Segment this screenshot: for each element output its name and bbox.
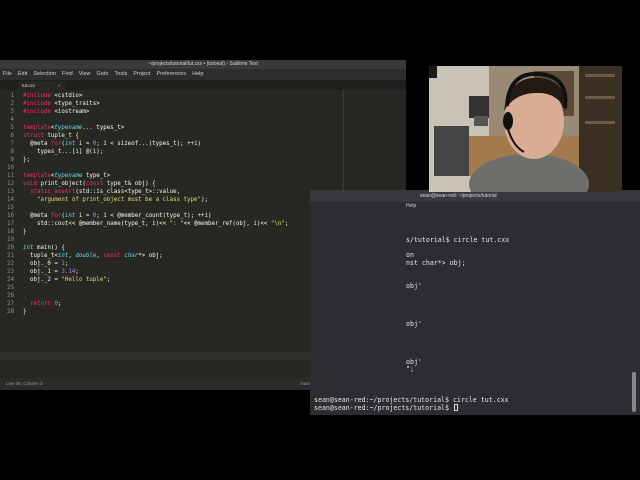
code-line: obj._1 = 3.14;: [23, 269, 79, 275]
code-line: struct tuple_t {: [23, 133, 79, 139]
terminal-menu-help[interactable]: Help: [406, 203, 416, 209]
code-line: template<typename type_t>: [23, 173, 111, 179]
code-line: };: [23, 157, 30, 163]
code-line: @meta for(int i = 0; i < sizeof...(types…: [23, 141, 202, 147]
code-line: #include <cstdio>: [23, 93, 83, 99]
terminal-line: obj': [406, 319, 422, 328]
code-line: return 0;: [29, 301, 62, 307]
terminal-line: s/tutorial$ circle tut.cxx: [406, 236, 510, 244]
code-line: "argument of print_object must be a clas…: [36, 197, 208, 203]
code-line: }: [23, 229, 27, 235]
terminal-line: ";: [406, 365, 414, 374]
terminal-line: sean@sean-red:~/projects/tutorial$ circl…: [314, 396, 509, 404]
terminal-line: obj': [406, 281, 422, 290]
menu-tools[interactable]: Tools: [111, 69, 130, 80]
code-line: std::cout<< @member_name(type_t, i)<< ":…: [23, 221, 289, 227]
menu-view[interactable]: View: [76, 69, 94, 80]
code-line: #include <type_traits>: [23, 101, 100, 107]
code-line: }: [23, 309, 27, 315]
prompt-text: sean@sean-red:~/projects/tutorial$: [314, 404, 453, 412]
menu-edit[interactable]: Edit: [15, 69, 30, 80]
window-title: ~/projects/tutorial/tut.cxx • (tutorial)…: [0, 60, 406, 69]
menu-find[interactable]: Find: [59, 69, 76, 80]
status-position: Line 26, Column 3: [6, 381, 43, 386]
tab-tut-cxx[interactable]: tut.cxx ×: [18, 81, 66, 90]
code-line: types_t...[i] @(i);: [23, 149, 104, 155]
webcam-person-image: [429, 66, 622, 192]
code-line: int main() {: [23, 245, 65, 251]
code-line: template<typename... types_t>: [23, 125, 125, 131]
menu-selection[interactable]: Selection: [30, 69, 59, 80]
webcam-feed: [429, 66, 622, 192]
menu-goto[interactable]: Goto: [94, 69, 112, 80]
menu-file[interactable]: File: [0, 69, 15, 80]
code-line: obj._2 = "Hello tuple";: [23, 277, 111, 283]
menu-project[interactable]: Project: [130, 69, 153, 80]
tab-bar: tut.cxx ×: [0, 80, 406, 90]
code-line: static_assert(std::is_class<type_t>::val…: [29, 189, 181, 195]
terminal-prompt[interactable]: sean@sean-red:~/projects/tutorial$: [314, 404, 458, 412]
terminal-scrollbar[interactable]: [632, 372, 636, 412]
webcam-frame-corner: [429, 66, 437, 78]
code-line: tuple_t<int, double, const char*> obj;: [23, 253, 163, 259]
code-line: #include <iostream>: [23, 109, 90, 115]
code-line: @meta for(int i = 0; i < @member_count(t…: [23, 213, 212, 219]
menu-preferences[interactable]: Preferences: [153, 69, 189, 80]
menu-bar: File Edit Selection Find View Goto Tools…: [0, 69, 406, 80]
text-cursor: [453, 404, 458, 411]
code-line: obj._0 = 1;: [23, 261, 69, 267]
terminal-window[interactable]: sean@sean-red: ~/projects/tutorial Help …: [310, 190, 640, 415]
close-icon[interactable]: ×: [58, 81, 61, 90]
terminal-line: nst char*> obj;: [406, 258, 466, 267]
menu-help[interactable]: Help: [189, 69, 206, 80]
code-line: void print_object(const type_t& obj) {: [23, 181, 156, 187]
terminal-output: s/tutorial$ circle tut.cxx on nst char*> o…: [310, 236, 640, 376]
tab-label: tut.cxx: [22, 83, 36, 88]
